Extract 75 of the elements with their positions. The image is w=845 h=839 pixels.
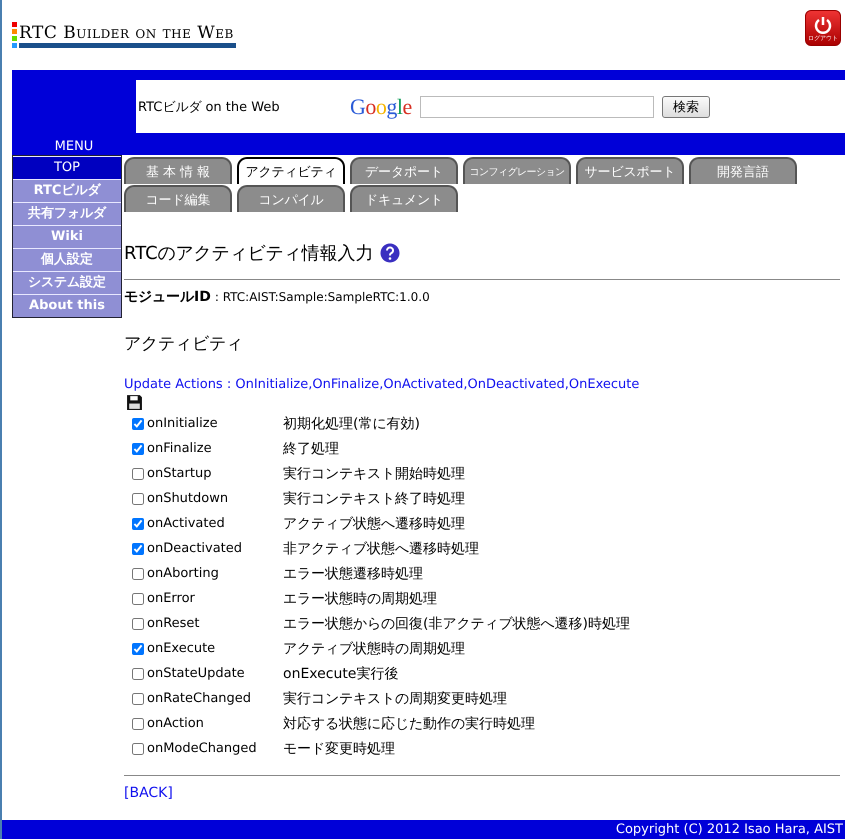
back-link[interactable]: [BACK] <box>124 785 173 801</box>
menu-item[interactable]: TOP <box>13 156 121 179</box>
activity-description: onExecute実行後 <box>283 664 398 682</box>
activity-name: onAction <box>147 716 205 731</box>
help-icon[interactable] <box>380 243 400 263</box>
site-title: RTCビルダ on the Web <box>138 98 281 116</box>
activity-name: onStartup <box>147 466 212 481</box>
activity-name: onError <box>147 591 196 606</box>
activity-description: 非アクティブ状態へ遷移時処理 <box>283 540 479 558</box>
activity-checkbox[interactable] <box>132 668 144 680</box>
tab[interactable]: ドキュメント <box>350 185 458 212</box>
activity-name: onActivated <box>147 516 226 531</box>
menu-item[interactable]: RTCビルダ <box>13 179 121 202</box>
tab[interactable]: コンフィグレーション <box>463 157 571 184</box>
module-id-label: モジュールID <box>124 288 211 306</box>
page-title: RTCのアクティビティ情報入力 <box>124 242 374 265</box>
activity-name: onFinalize <box>147 441 213 456</box>
update-actions-link[interactable]: Update Actions : OnInitialize,OnFinalize,OnActivated,OnDeactivated,OnExecute <box>124 377 640 392</box>
power-icon <box>814 16 832 34</box>
activity-description: モード変更時処理 <box>283 740 395 758</box>
activity-checkbox[interactable] <box>132 518 144 530</box>
activity-checkbox[interactable] <box>132 468 144 480</box>
activity-checkbox[interactable] <box>132 492 144 504</box>
activity-checkbox[interactable] <box>132 618 144 630</box>
footer: Copyright (C) 2012 Isao Hara, AIST <box>2 820 845 839</box>
search-field[interactable] <box>420 96 654 118</box>
section-title: アクティビティ <box>124 333 244 355</box>
menu-item[interactable]: Wiki <box>13 225 121 248</box>
tab[interactable]: コード編集 <box>124 185 232 212</box>
search-button[interactable]: 検索 <box>662 96 710 118</box>
site-logo: RTC Builder on the Web <box>19 23 236 48</box>
activity-description: 実行コンテキストの周期変更時処理 <box>283 690 507 708</box>
activity-name: onRateChanged <box>147 691 252 706</box>
menu-item[interactable]: About this <box>13 294 121 317</box>
google-logo: Google <box>350 94 412 120</box>
activity-description: アクティブ状態へ遷移時処理 <box>283 514 465 532</box>
activity-checkbox[interactable] <box>132 542 144 554</box>
activity-description: 初期化処理(常に有効) <box>283 414 420 432</box>
activity-description: エラー状態からの回復(非アクティブ状態へ遷移)時処理 <box>283 614 630 632</box>
activity-checkbox[interactable] <box>132 592 144 604</box>
activity-checkbox[interactable] <box>132 418 144 430</box>
activity-description: 実行コンテキスト終了時処理 <box>283 490 465 508</box>
tab[interactable]: サービスポート <box>576 157 684 184</box>
menu-item[interactable]: システム設定 <box>13 271 121 294</box>
tab[interactable]: コンパイル <box>237 185 345 212</box>
activity-name: onReset <box>147 616 201 631</box>
activity-description: エラー状態時の周期処理 <box>283 590 437 608</box>
activity-name: onInitialize <box>147 416 219 431</box>
activity-checkbox[interactable] <box>132 742 144 754</box>
activity-name: onShutdown <box>147 491 230 506</box>
activity-name: onExecute <box>147 641 216 656</box>
tab[interactable]: アクティビティ <box>237 157 345 184</box>
activity-description: 終了処理 <box>283 440 339 458</box>
tab[interactable]: データポート <box>350 157 458 184</box>
activity-description: 実行コンテキスト開始時処理 <box>283 464 465 482</box>
activity-checkbox[interactable] <box>132 692 144 704</box>
activity-name: onStateUpdate <box>147 666 246 681</box>
activity-checkbox[interactable] <box>132 718 144 730</box>
activity-checkbox[interactable] <box>132 642 144 654</box>
activity-name: onModeChanged <box>147 741 258 756</box>
tab[interactable]: 基 本 情 報 <box>124 157 232 184</box>
activity-checkbox[interactable] <box>132 568 144 580</box>
activity-name: onAborting <box>147 566 220 581</box>
menu-item[interactable]: 個人設定 <box>13 248 121 271</box>
menu-item[interactable]: 共有フォルダ <box>13 202 121 225</box>
save-icon[interactable] <box>126 394 143 411</box>
activity-description: 対応する状態に応じた動作の実行時処理 <box>283 714 535 732</box>
module-id-value: : RTC:AIST:Sample:SampleRTC:1.0.0 <box>214 290 430 304</box>
activity-description: エラー状態遷移時処理 <box>283 564 423 582</box>
activity-checkbox[interactable] <box>132 442 144 454</box>
menu-title: MENU <box>54 139 94 155</box>
activity-description: アクティブ状態時の周期処理 <box>283 640 465 658</box>
activity-name: onDeactivated <box>147 541 244 556</box>
logo-icon <box>12 22 17 48</box>
tab[interactable]: 開発言語 <box>689 157 797 184</box>
